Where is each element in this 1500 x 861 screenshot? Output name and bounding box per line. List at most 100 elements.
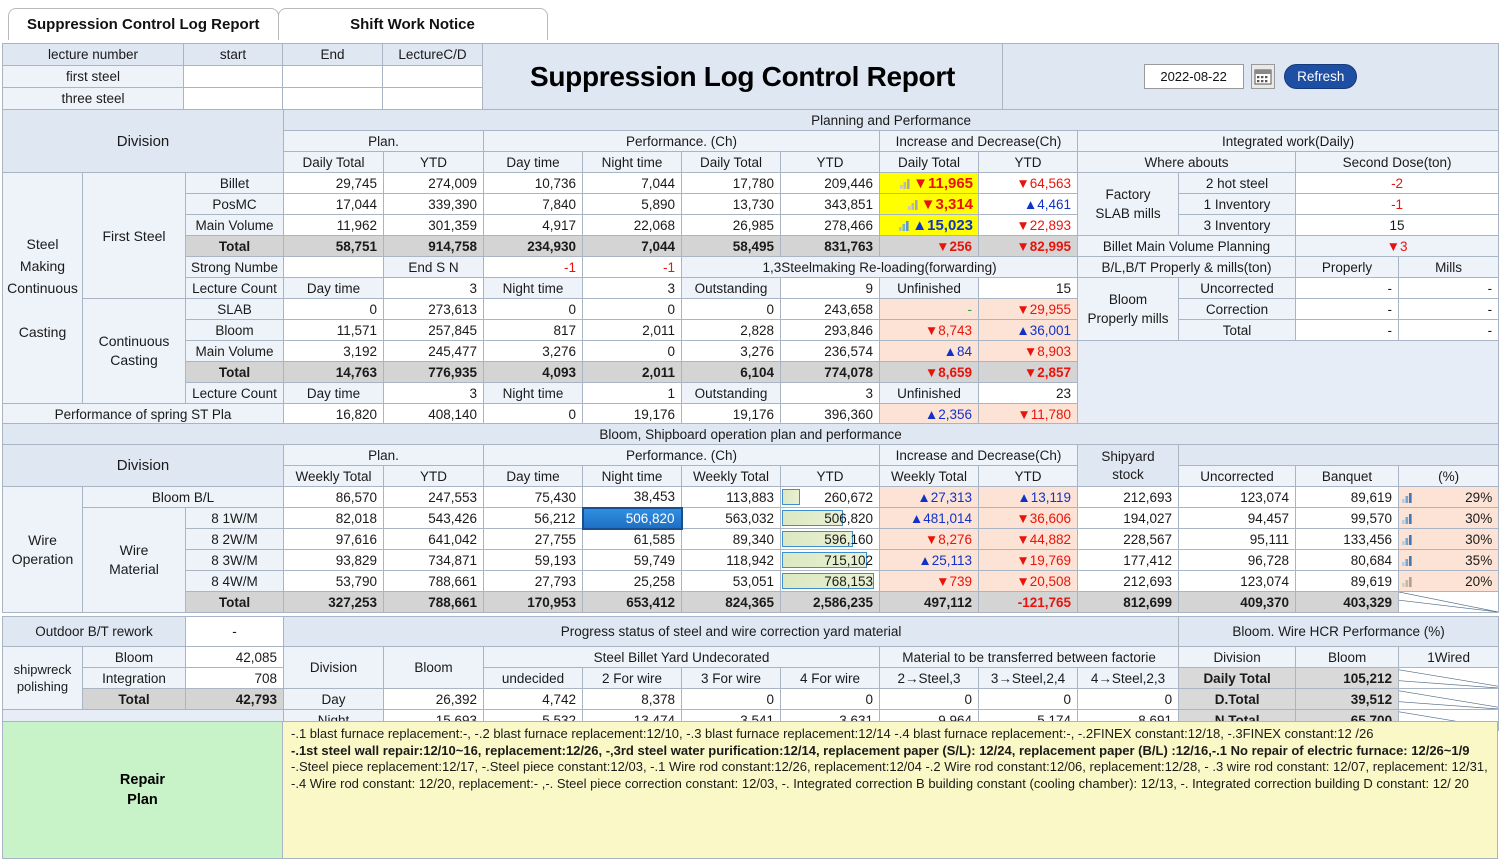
row-label-cc-total: Total bbox=[184, 361, 285, 383]
total-night: 7,044 bbox=[582, 235, 683, 257]
strong-number-val2: -1 bbox=[582, 256, 683, 278]
strong-number-blank bbox=[283, 256, 385, 278]
t2-sub-pct: (%) bbox=[1397, 465, 1500, 487]
bloom-total-label: Total bbox=[1178, 319, 1297, 341]
ccmain-night: 0 bbox=[582, 340, 683, 362]
calendar-icon[interactable] bbox=[1251, 64, 1276, 89]
value: 30% bbox=[1465, 531, 1493, 547]
refresh-button[interactable]: Refresh bbox=[1284, 64, 1358, 89]
posmc-ytd: 343,851 bbox=[780, 193, 881, 215]
value: 715,102 bbox=[824, 552, 873, 568]
t2-sub-banquet: Banquet bbox=[1295, 465, 1399, 487]
w2-banquet: 133,456 bbox=[1295, 528, 1399, 550]
spring-day: 0 bbox=[483, 403, 584, 425]
table-row: Total 327,253 788,661 170,953 653,412 82… bbox=[3, 591, 1500, 613]
tab-shift-work-notice[interactable]: Shift Work Notice bbox=[277, 8, 548, 40]
ccmain-inc-ytd: ▼8,903 bbox=[978, 340, 1079, 362]
first-steel-lecture-cd[interactable] bbox=[382, 65, 483, 88]
sub-perf-ytd: YTD bbox=[780, 151, 881, 173]
table-row: Continuous Casting SLAB 0 273,613 0 0 0 … bbox=[3, 298, 1500, 404]
t3-sub-3-for-wire: 3 For wire bbox=[681, 667, 782, 689]
mainvolume-daily-total: 26,985 bbox=[681, 214, 782, 236]
w2-inc-weekly: ▼8,276 bbox=[879, 528, 979, 550]
mainvolume-ytd: 278,466 bbox=[780, 214, 881, 236]
t3-sub-2-steel3: 2→Steel,3 bbox=[879, 667, 980, 689]
hcr-daily-total-bloom: 105,212 bbox=[1295, 667, 1400, 689]
cctotal-plan-ytd: 776,935 bbox=[383, 361, 485, 383]
table-row: Total 42,793 Day 26,392 4,742 8,378 0 0 … bbox=[3, 688, 1500, 710]
table2-title-row: Bloom, Shipboard operation plan and perf… bbox=[1, 423, 1500, 445]
bl-pct: 29% bbox=[1397, 486, 1500, 508]
t2total-plan-ytd: 788,661 bbox=[383, 591, 484, 613]
three-steel-start[interactable] bbox=[183, 87, 283, 110]
t2-sub-inc-weekly: Weekly Total bbox=[879, 465, 979, 487]
group-label-continuous-casting: Continuous Casting bbox=[82, 298, 186, 404]
row-label-day: Day bbox=[283, 688, 385, 710]
sub-inc-daily-total: Daily Total bbox=[879, 151, 980, 173]
posmc-night: 5,890 bbox=[582, 193, 683, 215]
label-line: Properly mills bbox=[1087, 311, 1169, 326]
table2-group-performance: Performance. (Ch) bbox=[483, 444, 880, 466]
spring-plan-daily: 16,820 bbox=[283, 403, 385, 425]
bl-bt-properly-mills-label: B/L,B/T Properly & mills(ton) bbox=[1077, 256, 1297, 278]
row-label-lecture-count-1: Lecture Count bbox=[184, 277, 285, 299]
group-plan: Plan. bbox=[283, 130, 485, 152]
shipwreck-total-label: Total bbox=[81, 688, 187, 710]
t2-sub-day: Day time bbox=[483, 465, 583, 487]
t2total-plan-weekly: 327,253 bbox=[283, 591, 384, 613]
first-steel-end[interactable] bbox=[282, 65, 383, 88]
value: ▼3,314 bbox=[920, 195, 974, 213]
posmc-daily-total: 13,730 bbox=[681, 193, 782, 215]
w1-day: 56,212 bbox=[483, 507, 583, 529]
row-label-total: Total bbox=[184, 235, 285, 257]
t3-sub-4-steel23: 4→Steel,2,3 bbox=[1077, 667, 1180, 689]
billet-main-volume-planning-label: Billet Main Volume Planning bbox=[1077, 235, 1297, 257]
cctotal-ytd: 774,078 bbox=[780, 361, 881, 383]
spring-daily-total: 19,176 bbox=[681, 403, 782, 425]
value: 506,820 bbox=[824, 510, 873, 526]
row-label-cc-main-volume: Main Volume bbox=[184, 340, 285, 362]
billet-night: 7,044 bbox=[582, 172, 683, 194]
billet-day: 10,736 bbox=[483, 172, 584, 194]
bl-plan-ytd: 247,553 bbox=[383, 486, 484, 508]
tab-suppression-control-log-report[interactable]: Suppression Control Log Report bbox=[8, 8, 279, 40]
spring-night: 19,176 bbox=[582, 403, 683, 425]
group-label-first-steel: First Steel bbox=[82, 172, 186, 299]
day-for2: 8,378 bbox=[582, 688, 683, 710]
spring-ytd: 396,360 bbox=[780, 403, 881, 425]
w1-night-selected-cell[interactable]: 506,820 bbox=[581, 506, 683, 530]
table-row: 8 2W/M 97,616 641,042 27,755 61,585 89,3… bbox=[3, 528, 1500, 550]
label-line: Operation bbox=[11, 550, 74, 567]
w3-plan-ytd: 734,871 bbox=[383, 549, 484, 571]
hcr-daily-total-label: Daily Total bbox=[1178, 667, 1297, 689]
billet-inc-daily: ▼11,965 bbox=[879, 172, 980, 194]
group-performance: Performance. (Ch) bbox=[483, 130, 881, 152]
shipwreck-integration-value: 708 bbox=[185, 667, 285, 689]
value: 30% bbox=[1465, 510, 1493, 526]
label-line: Factory bbox=[1105, 187, 1151, 202]
date-input[interactable]: 2022-08-22 bbox=[1143, 64, 1244, 89]
first-steel-start[interactable] bbox=[183, 65, 283, 88]
side-label-line: Casting bbox=[18, 324, 67, 340]
day-for3: 0 bbox=[681, 688, 782, 710]
table3-header-row: Outdoor B/T rework - Progress status of … bbox=[1, 616, 1500, 647]
row-label-8-4wm: 8 4W/M bbox=[185, 570, 284, 592]
start-header: start bbox=[183, 43, 283, 66]
day-bloom: 26,392 bbox=[383, 688, 485, 710]
three-steel-lecture-cd[interactable] bbox=[382, 87, 483, 110]
t2total-pct-crossed bbox=[1397, 591, 1500, 613]
three-steel-end[interactable] bbox=[282, 87, 383, 110]
label-line: Repair bbox=[119, 772, 166, 788]
repair-line: -.Steel piece replacement:12/17, -.Steel… bbox=[291, 759, 1488, 774]
lc1-unfinished-value: 15 bbox=[978, 277, 1079, 299]
ccmain-ytd: 236,574 bbox=[780, 340, 881, 362]
lc2-unfinished-value: 23 bbox=[978, 382, 1079, 404]
sub-perf-night-time: Night time bbox=[582, 151, 683, 173]
bl-plan-weekly: 86,570 bbox=[283, 486, 384, 508]
row-label-billet: Billet bbox=[184, 172, 285, 194]
lc2-unfinished-label: Unfinished bbox=[879, 382, 980, 404]
sub-where-abouts: Where abouts bbox=[1077, 151, 1297, 173]
mainvolume-night: 22,068 bbox=[582, 214, 683, 236]
table-row: PosMC 17,044 339,390 7,840 5,890 13,730 … bbox=[3, 193, 1500, 215]
total-daily-total: 58,495 bbox=[681, 235, 782, 257]
